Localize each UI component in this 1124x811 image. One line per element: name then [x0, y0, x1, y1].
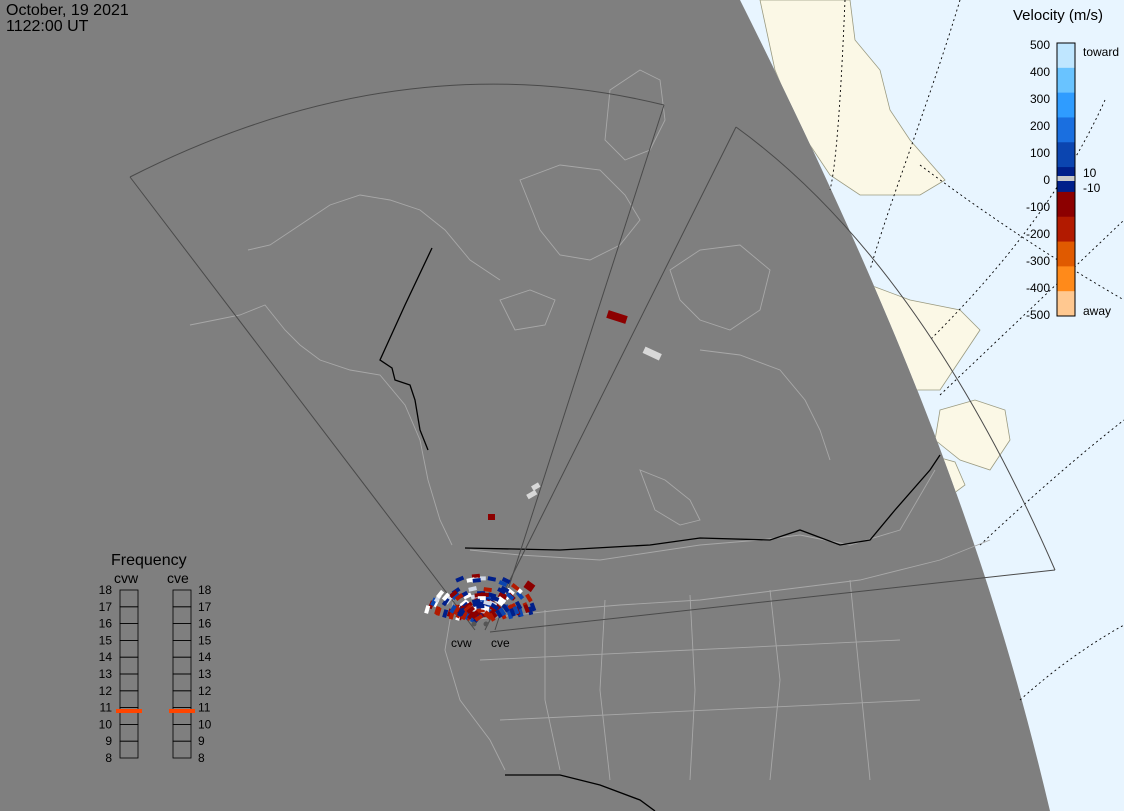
velocity-tick-label: -100 [1026, 200, 1050, 214]
frequency-tick-right: 9 [198, 734, 205, 748]
velocity-inner-tick-neg: -10 [1083, 181, 1101, 195]
velocity-colorbar-cell [1057, 117, 1075, 143]
velocity-colorbar-cell [1057, 216, 1075, 243]
frequency-tick-left: 10 [99, 717, 113, 731]
frequency-marker-cvw [116, 709, 142, 713]
velocity-colorbar-cell [1057, 291, 1075, 317]
site-marker-cvw [471, 621, 477, 627]
frequency-tick-left: 9 [105, 734, 112, 748]
velocity-inner-tick-pos: 10 [1083, 166, 1097, 180]
velocity-colorbar-cell [1057, 43, 1075, 69]
frequency-tick-left: 8 [105, 751, 112, 765]
frequency-tick-right: 11 [198, 701, 211, 715]
velocity-tick-label: -500 [1026, 308, 1050, 322]
frequency-tick-left: 17 [99, 600, 113, 614]
velocity-colorbar-cell [1057, 92, 1075, 118]
velocity-tick-label: 0 [1043, 173, 1050, 187]
velocity-colorbar-cell [1057, 191, 1075, 218]
frequency-tick-right: 12 [198, 684, 212, 698]
velocity-scale-title: Velocity (m/s) [1013, 7, 1103, 24]
velocity-cell [476, 604, 485, 609]
site-marker-cve [483, 621, 489, 627]
velocity-zero-band [1057, 176, 1075, 181]
frequency-tick-left: 16 [99, 617, 113, 631]
velocity-tick-label: 400 [1030, 65, 1050, 79]
frequency-tick-left: 15 [99, 633, 113, 647]
velocity-tick-label: -400 [1026, 281, 1050, 295]
velocity-colorbar-cell [1057, 142, 1075, 168]
velocity-cell [472, 577, 481, 583]
frequency-tick-right: 15 [198, 633, 212, 647]
frequency-radar-label-cvw: cvw [114, 570, 139, 586]
frequency-tick-left: 13 [99, 667, 113, 681]
velocity-colorbar-cell [1057, 241, 1075, 267]
velocity-tick-label: 100 [1030, 146, 1050, 160]
frequency-tick-left: 14 [99, 650, 113, 664]
site-label-cve: cve [491, 636, 510, 650]
frequency-tick-left: 11 [100, 701, 113, 715]
frequency-tick-right: 18 [198, 583, 212, 597]
superdarn-map-plot: cvw cve October, 19 2021 1122:00 UT Velo… [0, 0, 1124, 811]
velocity-colorbar-cell [1057, 67, 1075, 94]
frequency-tick-right: 16 [198, 617, 212, 631]
velocity-label-toward: toward [1083, 45, 1119, 59]
frequency-tick-right: 8 [198, 751, 205, 765]
site-label-cvw: cvw [451, 636, 472, 650]
frequency-tick-right: 13 [198, 667, 212, 681]
frequency-tick-right: 10 [198, 717, 212, 731]
frequency-tick-left: 18 [99, 583, 113, 597]
frequency-title: Frequency [111, 552, 187, 569]
velocity-tick-label: 500 [1030, 38, 1050, 52]
velocity-tick-label: 300 [1030, 92, 1050, 106]
velocity-colorbar-cell [1057, 266, 1075, 292]
plot-time: 1122:00 UT [6, 18, 89, 35]
plot-date: October, 19 2021 [6, 2, 129, 19]
velocity-tick-label: -200 [1026, 227, 1050, 241]
map-canvas: cvw cve October, 19 2021 1122:00 UT Velo… [0, 0, 1124, 811]
frequency-marker-cve [169, 709, 195, 713]
frequency-radar-label-cve: cve [167, 570, 189, 586]
frequency-tick-right: 17 [198, 600, 212, 614]
frequency-tick-left: 12 [99, 684, 113, 698]
frequency-tick-right: 14 [198, 650, 212, 664]
velocity-label-away: away [1083, 304, 1111, 318]
velocity-tick-label: 200 [1030, 119, 1050, 133]
velocity-tick-label: -300 [1026, 254, 1050, 268]
